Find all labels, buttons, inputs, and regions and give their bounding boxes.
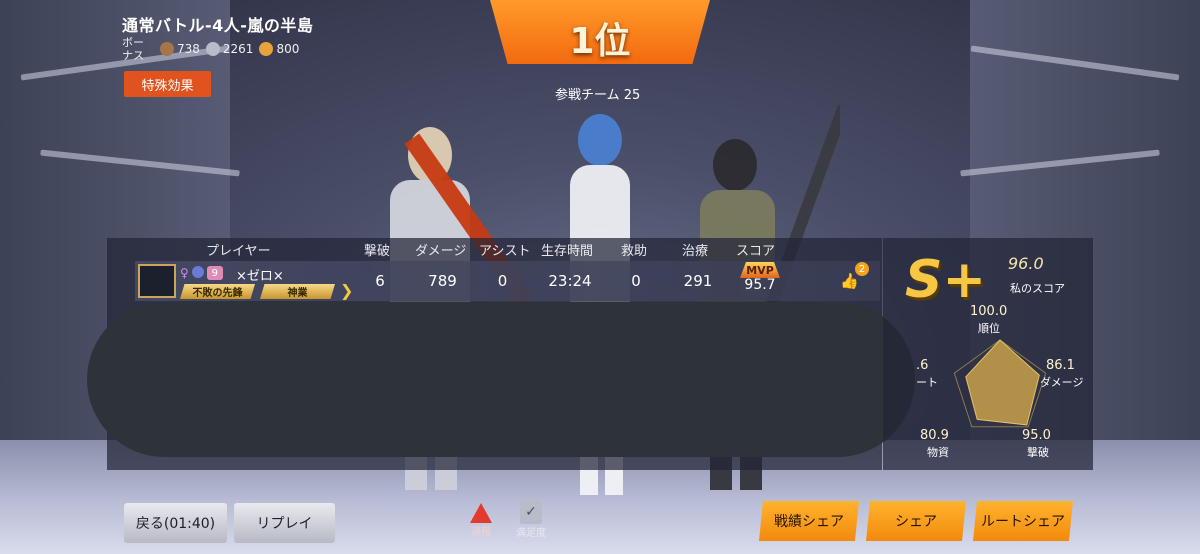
radar-rank-label: 順位 xyxy=(978,322,1000,335)
rank-label: 1位 xyxy=(569,21,631,62)
grade-label: S+ xyxy=(905,250,987,310)
report-button[interactable]: 通報 xyxy=(466,503,496,538)
bonus-item: 2261 xyxy=(205,41,254,57)
col-header-player: プレイヤー xyxy=(206,244,271,259)
report-label: 通報 xyxy=(471,527,491,538)
bonus-item: 738 xyxy=(160,42,200,57)
radar-route-label: ート xyxy=(916,376,938,389)
col-header-damage: ダメージ xyxy=(415,244,467,259)
col-header-assists: アシスト xyxy=(479,244,531,259)
kills-value: 6 xyxy=(375,272,385,290)
level-badge-icon: 9 xyxy=(206,266,223,280)
satisfaction-label: 満足度 xyxy=(516,528,546,539)
special-effect-button[interactable]: 特殊効果 xyxy=(124,71,211,97)
like-icon[interactable]: 👍 xyxy=(840,272,859,290)
redacted-area xyxy=(87,302,915,457)
title-tag: 不敗の先鋒 xyxy=(180,284,255,299)
gold-coin-icon xyxy=(259,42,274,57)
player-name[interactable]: ×ゼロ× xyxy=(236,265,284,284)
score-value: 95.7 xyxy=(744,277,776,293)
radar-rank-value: 100.0 xyxy=(970,304,1008,319)
silver-coin-icon xyxy=(205,42,220,57)
bonus-value: 800 xyxy=(276,41,300,56)
like-count: 2 xyxy=(855,262,869,276)
share-button[interactable]: シェア xyxy=(866,501,966,541)
warning-icon xyxy=(470,503,492,523)
radar-damage-label: ダメージ xyxy=(1040,376,1084,389)
radar-supplies-label: 物資 xyxy=(927,446,949,459)
my-score-label: 私のスコア xyxy=(1010,282,1065,295)
col-header-score: スコア xyxy=(736,244,776,259)
col-header-rescues: 救助 xyxy=(621,244,648,259)
chevron-right-icon[interactable]: ❯ xyxy=(340,281,353,300)
teams-count: 参戦チーム 25 xyxy=(555,88,641,103)
radar-fill xyxy=(965,339,1040,426)
female-icon: ♀ xyxy=(180,266,189,280)
rescues-value: 0 xyxy=(631,272,641,290)
rank-emblem-icon xyxy=(191,266,204,278)
radar-kills-value: 95.0 xyxy=(1022,428,1051,443)
player-icons: ♀ 9 xyxy=(180,266,223,280)
heals-value: 291 xyxy=(683,272,713,290)
col-header-kills: 撃破 xyxy=(364,244,391,259)
bonus-row: ボーナス 738 2261 800 xyxy=(122,36,299,62)
clipboard-check-icon: ✓ xyxy=(520,500,542,524)
bonus-label: ボーナス xyxy=(122,36,144,62)
radar-kills-label: 撃破 xyxy=(1027,446,1049,459)
my-score-value: 96.0 xyxy=(1008,254,1044,273)
radar-damage-value: 86.1 xyxy=(1046,358,1075,373)
survival-value: 23:24 xyxy=(548,272,592,290)
bonus-value: 738 xyxy=(177,41,200,56)
avatar[interactable] xyxy=(138,264,176,298)
damage-value: 789 xyxy=(428,272,457,290)
bonus-value: 2261 xyxy=(222,41,254,56)
assists-value: 0 xyxy=(497,272,508,290)
title-tag: 神業 xyxy=(260,284,335,299)
medal-icon xyxy=(160,42,174,57)
radar-supplies-value: 80.9 xyxy=(920,428,949,443)
col-header-heals: 治療 xyxy=(682,244,709,259)
satisfaction-button[interactable]: ✓ 満足度 xyxy=(514,500,548,539)
radar-route-value: .6 xyxy=(916,358,929,373)
bonus-item: 800 xyxy=(259,42,299,57)
stats-share-button[interactable]: 戦績シェア xyxy=(759,501,859,541)
col-header-survival: 生存時間 xyxy=(541,244,594,259)
match-title: 通常バトル-4人-嵐の半島 xyxy=(122,16,314,35)
replay-button[interactable]: リプレイ xyxy=(234,503,335,543)
back-button[interactable]: 戻る(01:40) xyxy=(124,503,227,543)
mvp-badge: MVP xyxy=(740,262,780,278)
route-share-button[interactable]: ルートシェア xyxy=(973,501,1073,541)
